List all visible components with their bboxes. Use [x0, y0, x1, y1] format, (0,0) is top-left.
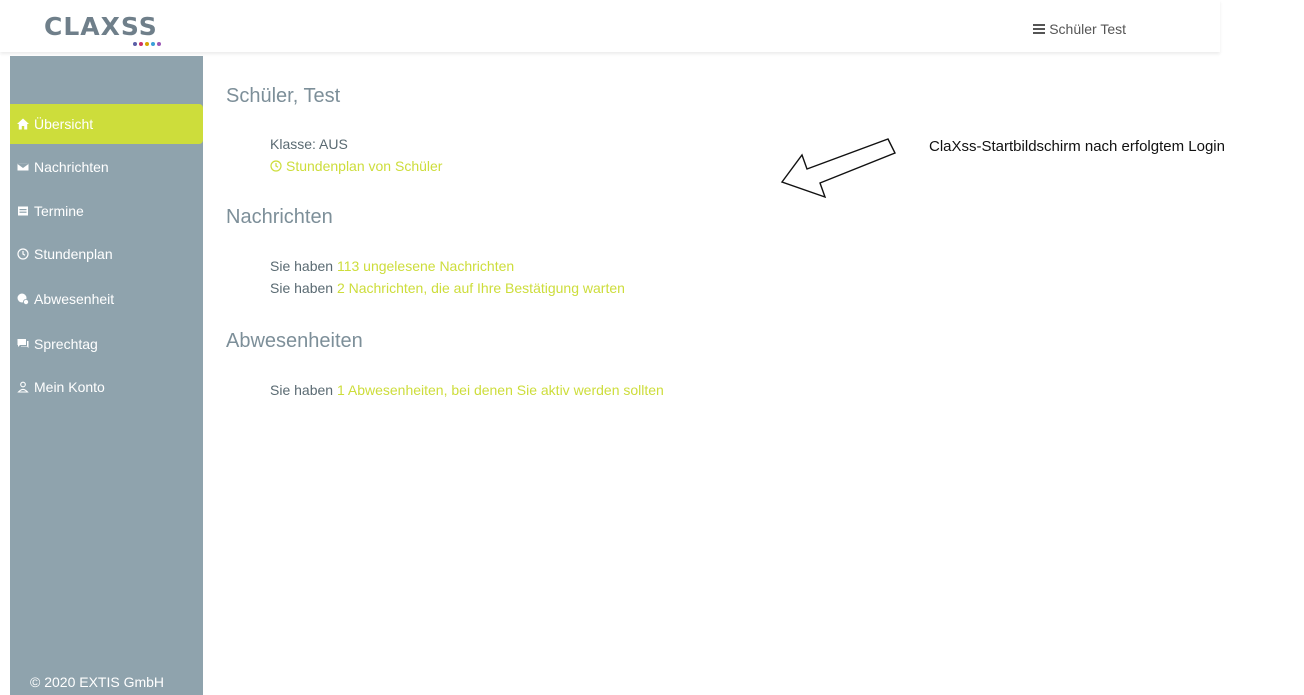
user-icon — [17, 381, 29, 393]
logo-dot — [139, 42, 143, 46]
sidebar-item-label: Abwesenheit — [34, 291, 115, 307]
absences-action-link[interactable]: 1 Abwesenheiten, bei denen Sie aktiv wer… — [337, 382, 664, 398]
sidebar-item-label: Stundenplan — [34, 246, 113, 262]
calendar-icon — [18, 206, 28, 216]
hamburger-icon — [1033, 24, 1046, 34]
clock-icon — [17, 248, 29, 260]
class-label: Klasse: AUS — [270, 136, 348, 152]
sidebar-item-mein-konto[interactable]: Mein Konto — [10, 367, 203, 407]
user-menu-label: Schüler Test — [1049, 21, 1126, 37]
copyright-footer: © 2020 EXTIS GmbH — [30, 674, 165, 690]
home-icon — [17, 118, 29, 130]
annotation-arrow-icon — [780, 138, 896, 199]
student-title: Schüler, Test — [226, 85, 341, 107]
sidebar-item-termine[interactable]: Termine — [10, 191, 203, 231]
absences-line-prefix: Sie haben — [270, 382, 337, 398]
absence-icon — [17, 293, 29, 305]
messages-line-prefix: Sie haben — [270, 258, 337, 274]
sidebar-item-uebersicht[interactable]: Übersicht — [10, 104, 203, 144]
claxss-logo[interactable]: CLAXSS — [44, 12, 164, 46]
unread-messages-link[interactable]: 113 ungelesene Nachrichten — [337, 258, 514, 274]
messages-line-unread: Sie haben 113 ungelesene Nachrichten — [270, 258, 514, 274]
sidebar-item-label: Termine — [34, 203, 84, 219]
logo-dot — [157, 42, 161, 46]
messages-line-confirmation: Sie haben 2 Nachrichten, die auf Ihre Be… — [270, 280, 625, 296]
top-bar: CLAXSS Schüler Test — [0, 0, 1220, 52]
sidebar: Übersicht Nachrichten Termine Stundenpla… — [10, 56, 203, 695]
absences-title: Abwesenheiten — [226, 330, 363, 352]
sidebar-item-abwesenheit[interactable]: Abwesenheit — [10, 279, 203, 319]
sidebar-item-stundenplan[interactable]: Stundenplan — [10, 234, 203, 274]
chat-icon — [17, 339, 29, 348]
messages-title: Nachrichten — [226, 206, 333, 228]
confirmation-messages-link[interactable]: 2 Nachrichten, die auf Ihre Bestätigung … — [337, 280, 625, 296]
clock-icon — [270, 160, 282, 172]
logo-dot — [151, 42, 155, 46]
envelope-icon — [17, 162, 29, 172]
sidebar-item-sprechtag[interactable]: Sprechtag — [10, 324, 203, 364]
sidebar-item-label: Mein Konto — [34, 379, 105, 395]
annotation-caption: ClaXss-Startbildschirm nach erfolgtem Lo… — [929, 138, 1225, 155]
timetable-link[interactable]: Stundenplan von Schüler — [270, 158, 442, 174]
sidebar-item-label: Übersicht — [34, 116, 94, 132]
timetable-link-label: Stundenplan von Schüler — [286, 158, 443, 174]
sidebar-item-nachrichten[interactable]: Nachrichten — [10, 147, 203, 187]
messages-line-prefix: Sie haben — [270, 280, 337, 296]
logo-text: CLAXSS — [44, 12, 158, 41]
sidebar-item-label: Sprechtag — [34, 336, 98, 352]
logo-dot — [145, 42, 149, 46]
logo-dot — [133, 42, 137, 46]
user-menu-button[interactable]: Schüler Test — [1033, 21, 1126, 37]
sidebar-item-label: Nachrichten — [34, 159, 109, 175]
absences-line: Sie haben 1 Abwesenheiten, bei denen Sie… — [270, 382, 664, 398]
logo-dots — [133, 42, 161, 46]
